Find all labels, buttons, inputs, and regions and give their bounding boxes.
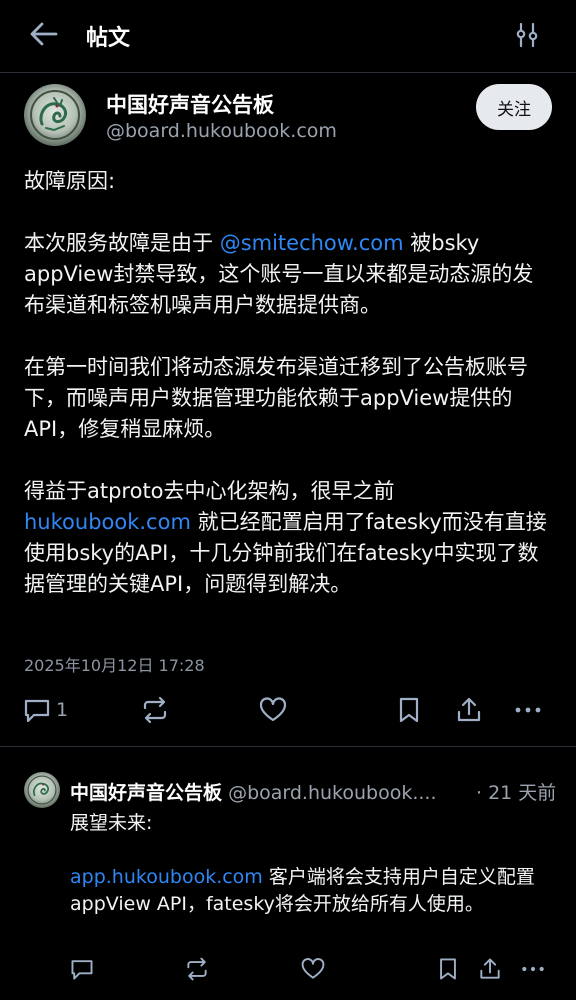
- comment-icon: [24, 699, 50, 723]
- post-paragraph-text: 得益于atproto去中心化架构，很早之前: [24, 479, 395, 503]
- more-options-button[interactable]: [513, 690, 543, 730]
- post-paragraph: 本次服务故障是由于 @smitechow.com 被bsky appView封禁…: [24, 228, 554, 321]
- reply-body: 展望未来: app.hukoubook.com 客户端将会支持用户自定义配置ap…: [70, 810, 560, 945]
- reply-paragraph: app.hukoubook.com 客户端将会支持用户自定义配置appView …: [70, 864, 560, 918]
- more-horizontal-icon: [515, 707, 541, 713]
- author-handle[interactable]: @board.hukoubook.com: [106, 120, 337, 142]
- reply-paragraph-text: 展望未来:: [70, 812, 153, 834]
- dragon-avatar-icon: [30, 90, 80, 140]
- post-paragraph-text: 故障原因:: [24, 169, 116, 193]
- more-horizontal-icon: [522, 966, 544, 972]
- app-link[interactable]: app.hukoubook.com: [70, 866, 263, 888]
- reply-actions: [0, 952, 576, 986]
- reply-author-name[interactable]: 中国好声音公告板: [70, 782, 222, 804]
- reply-button[interactable]: 1: [22, 690, 68, 730]
- heart-icon: [259, 697, 287, 722]
- reply-avatar[interactable]: [24, 772, 60, 808]
- post-paragraph-text: 本次服务故障是由于: [24, 231, 220, 255]
- reply-timestamp[interactable]: · 21 天前: [472, 778, 557, 805]
- reply-button[interactable]: [69, 952, 95, 986]
- post-body: 故障原因: 本次服务故障是由于 @smitechow.com 被bsky app…: [24, 166, 554, 631]
- share-button[interactable]: [477, 952, 503, 986]
- bookmark-icon: [399, 697, 419, 723]
- like-button[interactable]: [258, 690, 288, 730]
- author-name[interactable]: 中国好声音公告板: [106, 89, 274, 119]
- follow-button[interactable]: 关注: [476, 84, 552, 130]
- post-timestamp: 2025年10月12日 17:28: [24, 656, 205, 675]
- post-actions: 1: [0, 690, 576, 730]
- divider: [0, 746, 576, 747]
- top-bar: 帖文: [0, 0, 576, 73]
- sliders-icon: [516, 22, 538, 48]
- repost-button[interactable]: [184, 952, 210, 986]
- mention-link[interactable]: @smitechow.com: [220, 231, 404, 255]
- thread-settings-button[interactable]: [512, 20, 542, 50]
- share-icon: [457, 697, 481, 722]
- avatar[interactable]: [24, 84, 86, 146]
- reply-count: 1: [56, 699, 69, 721]
- post-paragraph: 在第一时间我们将动态源发布渠道迁移到了公告板账号下，而噪声用户数据管理功能依赖于…: [24, 352, 554, 445]
- page-title: 帖文: [86, 26, 131, 51]
- repost-button[interactable]: [140, 690, 170, 730]
- share-icon: [480, 958, 500, 979]
- more-options-button[interactable]: [520, 952, 546, 986]
- arrow-left-icon: [30, 22, 58, 46]
- reply-author-handle[interactable]: @board.hukoubook....: [228, 782, 436, 804]
- back-button[interactable]: [28, 20, 60, 48]
- post-paragraph-text: 在第一时间我们将动态源发布渠道迁移到了公告板账号下，而噪声用户数据管理功能依赖于…: [24, 355, 528, 441]
- reply-paragraph: 展望未来:: [70, 810, 560, 837]
- bookmark-icon: [440, 958, 456, 980]
- dragon-avatar-icon: [27, 775, 57, 805]
- bookmark-button[interactable]: [435, 952, 461, 986]
- share-button[interactable]: [454, 690, 484, 730]
- repost-icon: [187, 957, 207, 981]
- like-button[interactable]: [300, 952, 326, 986]
- post-paragraph: 得益于atproto去中心化架构，很早之前 hukoubook.com 就已经配置…: [24, 476, 554, 600]
- heart-icon: [301, 958, 325, 979]
- repost-icon: [143, 696, 167, 724]
- domain-link[interactable]: hukoubook.com: [24, 510, 191, 534]
- bookmark-button[interactable]: [394, 690, 424, 730]
- comment-icon: [71, 960, 93, 980]
- post-paragraph: 故障原因:: [24, 166, 554, 197]
